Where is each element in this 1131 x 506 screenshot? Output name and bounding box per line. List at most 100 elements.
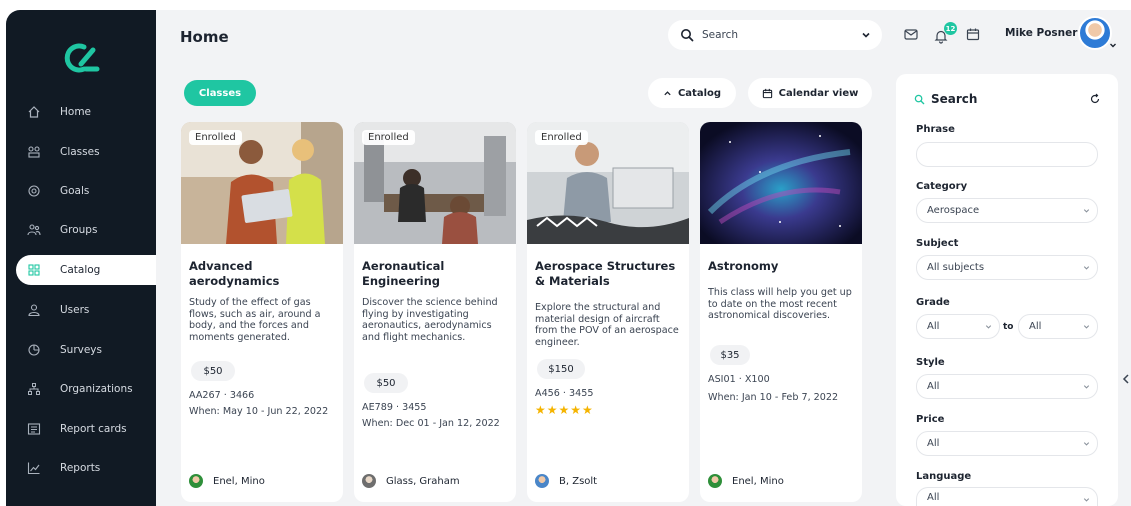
subject-value: All subjects bbox=[927, 262, 985, 273]
sidebar-item-label: Groups bbox=[60, 224, 98, 236]
instructor[interactable]: Enel, Mino bbox=[189, 474, 265, 488]
panel-collapse-icon[interactable] bbox=[1121, 372, 1131, 386]
user-name[interactable]: Mike Posner bbox=[1005, 27, 1077, 39]
price-select[interactable]: All bbox=[916, 431, 1098, 456]
grade-from-value: All bbox=[927, 321, 940, 332]
phrase-label: Phrase bbox=[916, 124, 955, 135]
sidebar-item-organizations[interactable]: Organizations bbox=[16, 374, 162, 404]
category-label: Category bbox=[916, 181, 968, 192]
style-select[interactable]: All bbox=[916, 374, 1098, 399]
rating-stars: ★★★★★ bbox=[535, 403, 594, 417]
course-card-aerospace-structures[interactable]: Enrolled Aerospace Structures & Material… bbox=[527, 122, 689, 502]
sidebar-item-report-cards[interactable]: Report cards bbox=[16, 414, 162, 444]
calendar-icon bbox=[762, 88, 772, 98]
calendar-view-button[interactable]: Calendar view bbox=[748, 78, 872, 108]
grade-from-select[interactable]: All bbox=[916, 314, 1000, 339]
subject-select[interactable]: All subjects bbox=[916, 255, 1098, 280]
instructor[interactable]: B, Zsolt bbox=[535, 474, 597, 488]
classes-icon bbox=[26, 144, 42, 160]
home-icon bbox=[26, 104, 42, 120]
sidebar-item-home[interactable]: Home bbox=[16, 97, 162, 127]
style-label: Style bbox=[916, 357, 945, 368]
grade-to-select[interactable]: All bbox=[1018, 314, 1098, 339]
chevron-down-icon bbox=[1083, 385, 1090, 389]
search-icon bbox=[914, 94, 925, 104]
instructor-avatar bbox=[362, 474, 376, 488]
chevron-down-icon bbox=[1083, 325, 1090, 329]
price-label: Price bbox=[916, 414, 945, 425]
search-input[interactable]: Search bbox=[702, 29, 860, 41]
catalog-toggle-label: Catalog bbox=[677, 87, 722, 99]
calendar-icon[interactable] bbox=[965, 26, 981, 42]
instructor-name: Enel, Mino bbox=[213, 475, 265, 487]
price-value: All bbox=[927, 438, 940, 449]
sidebar-item-label: Users bbox=[60, 304, 90, 316]
course-description: Study of the effect of gas flows, such a… bbox=[189, 297, 321, 343]
sidebar-item-groups[interactable]: Groups bbox=[16, 215, 162, 245]
chevron-down-icon bbox=[1083, 209, 1090, 213]
category-select[interactable]: Aerospace bbox=[916, 198, 1098, 223]
grade-to-label: to bbox=[1003, 322, 1014, 332]
organizations-icon bbox=[26, 381, 42, 397]
sidebar-item-goals[interactable]: Goals bbox=[16, 176, 162, 206]
chevron-down-icon bbox=[1083, 498, 1090, 502]
course-description: Explore the structural and material desi… bbox=[535, 302, 679, 348]
course-card-aeronautical-engineering[interactable]: Enrolled Aeronautical Engineering Discov… bbox=[354, 122, 516, 502]
chevron-down-icon bbox=[985, 325, 992, 329]
course-code: AA267 · 3466 bbox=[189, 390, 255, 401]
instructor-name: B, Zsolt bbox=[559, 475, 598, 487]
phrase-input[interactable] bbox=[916, 142, 1098, 167]
instructor[interactable]: Enel, Mino bbox=[708, 474, 784, 488]
course-description: Discover the science behind flying by in… bbox=[362, 297, 498, 343]
sidebar-item-label: Catalog bbox=[60, 264, 101, 276]
course-price: $50 bbox=[364, 373, 408, 393]
grade-label: Grade bbox=[916, 297, 950, 308]
sidebar-item-reports[interactable]: Reports bbox=[16, 453, 162, 483]
style-value: All bbox=[927, 381, 940, 392]
instructor-name: Enel, Mino bbox=[732, 475, 784, 487]
sidebar-item-classes[interactable]: Classes bbox=[16, 137, 162, 167]
course-card-advanced-aerodynamics[interactable]: Enrolled Advanced aerodynamics Study of … bbox=[181, 122, 343, 502]
course-card-astronomy[interactable]: Astronomy This class will help you get u… bbox=[700, 122, 862, 502]
course-price: $150 bbox=[537, 359, 585, 379]
mail-icon[interactable] bbox=[903, 26, 919, 42]
course-code: A456 · 3455 bbox=[535, 388, 594, 399]
surveys-icon bbox=[26, 342, 42, 358]
course-title[interactable]: Aeronautical Engineering bbox=[362, 259, 512, 289]
instructor-avatar bbox=[189, 474, 203, 488]
search-icon bbox=[681, 29, 694, 42]
instructor[interactable]: Glass, Graham bbox=[362, 474, 460, 488]
groups-icon bbox=[26, 222, 42, 238]
classes-tab-button[interactable]: Classes bbox=[184, 80, 256, 106]
enrolled-badge: Enrolled bbox=[535, 130, 588, 145]
sidebar-item-catalog[interactable]: Catalog bbox=[16, 255, 162, 285]
language-label: Language bbox=[916, 471, 972, 482]
instructor-name: Glass, Graham bbox=[386, 475, 460, 487]
language-select[interactable]: All bbox=[916, 487, 1098, 506]
course-title[interactable]: Aerospace Structures & Materials bbox=[535, 259, 685, 289]
reset-icon[interactable] bbox=[1089, 93, 1101, 105]
global-search[interactable]: Search bbox=[668, 20, 882, 50]
sidebar-item-label: Reports bbox=[60, 462, 101, 474]
sidebar-item-users[interactable]: Users bbox=[16, 295, 162, 325]
avatar[interactable] bbox=[1078, 16, 1112, 50]
course-title[interactable]: Astronomy bbox=[708, 259, 858, 274]
brand-logo[interactable] bbox=[62, 38, 102, 78]
catalog-toggle-button[interactable]: Catalog bbox=[648, 78, 736, 108]
course-price: $35 bbox=[710, 345, 750, 365]
chevron-down-icon[interactable] bbox=[860, 29, 872, 41]
sidebar-item-surveys[interactable]: Surveys bbox=[16, 335, 162, 365]
chevron-down-icon[interactable] bbox=[1108, 40, 1118, 50]
reports-icon bbox=[26, 460, 42, 476]
course-price: $50 bbox=[191, 361, 235, 381]
enrolled-badge: Enrolled bbox=[189, 130, 242, 145]
sidebar-item-label: Report cards bbox=[60, 423, 127, 435]
search-filter-panel: Search Phrase Category Aerospace Subject… bbox=[896, 74, 1118, 506]
course-dates: When: May 10 - Jun 22, 2022 bbox=[189, 406, 329, 417]
chevron-down-icon bbox=[1083, 442, 1090, 446]
goals-icon bbox=[26, 183, 42, 199]
catalog-icon bbox=[26, 262, 42, 278]
sidebar: Home Classes Goals Groups Catalog Users … bbox=[6, 10, 162, 506]
course-title[interactable]: Advanced aerodynamics bbox=[189, 259, 339, 289]
course-dates: When: Dec 01 - Jan 12, 2022 bbox=[362, 418, 500, 429]
